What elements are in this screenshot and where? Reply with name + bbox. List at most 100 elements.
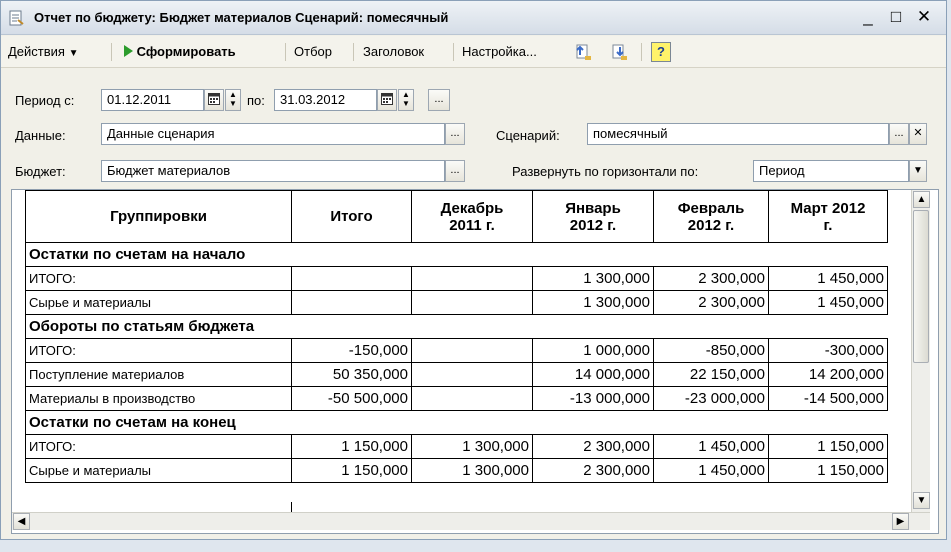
group-row[interactable]: Обороты по статьям бюджета [25,314,888,339]
header-button[interactable]: Заголовок [363,42,424,62]
vertical-scrollbar[interactable]: ▲ ▼ [911,190,930,512]
value-cell[interactable]: 2 300,000 [653,266,769,291]
value-cell[interactable]: 1 300,000 [532,266,654,291]
value-cell[interactable]: 14 000,000 [532,362,654,387]
value-cell[interactable]: -850,000 [653,338,769,363]
group-row[interactable]: Остатки по счетам на начало [25,242,888,267]
data-input[interactable]: Данные сценария [101,123,445,145]
row-label-cell[interactable]: Сырье и материалы [25,290,292,315]
value-cell[interactable]: 2 300,000 [532,434,654,459]
calendar-button[interactable] [377,89,397,111]
table-row[interactable]: Сырье и материалы 1 300,000 2 300,000 1 450… [25,290,888,315]
minimize-button[interactable]: _ [858,7,878,27]
expand-label: Развернуть по горизонтали по: [512,164,699,179]
maximize-button[interactable]: □ [886,7,906,27]
filter-button[interactable]: Отбор [294,42,332,62]
budget-input[interactable]: Бюджет материалов [101,160,445,182]
table-row[interactable]: Поступление материалов 50 350,000 14 000,0… [25,362,888,387]
spin-down-icon[interactable]: ▼ [226,99,240,108]
actions-label: Действия [8,44,65,59]
table-row[interactable]: Сырье и материалы 1 150,000 1 300,000 2 300… [25,458,888,483]
generate-button[interactable]: Сформировать [123,42,236,62]
value-cell[interactable]: 1 300,000 [532,290,654,315]
column-header-text: Март 2012 [790,199,866,217]
value-cell[interactable] [411,362,533,387]
value-cell[interactable] [411,266,533,291]
scenario-select-button[interactable]: ... [889,123,909,145]
data-select-button[interactable]: ... [445,123,465,145]
value-cell[interactable]: 1 000,000 [532,338,654,363]
value-cell[interactable] [291,290,412,315]
row-label-cell[interactable]: Поступление материалов [25,362,292,387]
value-cell[interactable]: 50 350,000 [291,362,412,387]
value-cell[interactable]: 1 300,000 [411,434,533,459]
column-header: Март 2012 г. [768,190,888,243]
scroll-up-icon[interactable]: ▲ [913,191,930,208]
value-cell[interactable]: 1 150,000 [768,458,888,483]
expand-select[interactable]: Период [753,160,909,182]
scroll-left-icon[interactable]: ◀ [13,513,30,530]
period-to-spinner[interactable]: ▲ ▼ [398,89,414,111]
period-from-input[interactable]: 01.12.2011 [101,89,204,111]
scroll-down-icon[interactable]: ▼ [913,492,930,509]
value-cell[interactable] [411,386,533,411]
value-cell[interactable]: -13 000,000 [532,386,654,411]
actions-menu[interactable]: Действия ▼ [8,42,79,62]
table-row[interactable]: Материалы в производство -50 500,000 -13 0… [25,386,888,411]
value-cell[interactable]: 1 450,000 [768,266,888,291]
scroll-right-icon[interactable]: ▶ [892,513,909,530]
row-label-cell[interactable]: Материалы в производство [25,386,292,411]
table-row[interactable]: ИТОГО: -150,000 1 000,000 -850,000 -300,000 [25,338,888,363]
table-row[interactable]: ИТОГО: 1 300,000 2 300,000 1 450,000 [25,266,888,291]
value-cell[interactable] [411,290,533,315]
row-label-cell[interactable]: ИТОГО: [25,266,292,291]
value-cell[interactable]: -300,000 [768,338,888,363]
calendar-button[interactable] [204,89,224,111]
load-settings-icon[interactable] [572,41,594,63]
value-cell[interactable]: 22 150,000 [653,362,769,387]
value-cell[interactable] [411,338,533,363]
value-cell[interactable]: -150,000 [291,338,412,363]
value-cell[interactable]: 1 150,000 [768,434,888,459]
spin-up-icon[interactable]: ▲ [399,90,413,99]
period-to-input[interactable]: 31.03.2012 [274,89,377,111]
period-from-spinner[interactable]: ▲ ▼ [225,89,241,111]
value-cell[interactable]: -23 000,000 [653,386,769,411]
horizontal-scrollbar[interactable]: ◀ ▶ [12,512,930,530]
help-button[interactable]: ? [651,42,671,62]
value-cell[interactable]: 2 300,000 [532,458,654,483]
close-button[interactable]: ✕ [914,7,934,27]
scenario-clear-button[interactable]: ✕ [909,123,927,145]
value-cell[interactable]: -14 500,000 [768,386,888,411]
value-cell[interactable]: 14 200,000 [768,362,888,387]
vertical-scroll-thumb[interactable] [913,210,929,363]
expand-dropdown-button[interactable]: ▼ [909,160,927,182]
value-cell[interactable]: 1 450,000 [653,458,769,483]
table-row[interactable]: ИТОГО: 1 150,000 1 300,000 2 300,000 1 450,0… [25,434,888,459]
column-header-text: Декабрь [440,199,504,217]
save-settings-icon[interactable] [608,41,630,63]
scenario-input[interactable]: помесячный [587,123,889,145]
value-cell[interactable]: 1 300,000 [411,458,533,483]
value-cell[interactable]: 1 150,000 [291,434,412,459]
value-cell[interactable]: 1 450,000 [768,290,888,315]
report-table-area[interactable]: Группировки Итого Декабрь 2011 г. Январь 2012… [11,189,939,534]
group-row[interactable]: Остатки по счетам на конец [25,410,888,435]
settings-button[interactable]: Настройка... [462,42,537,62]
spin-down-icon[interactable]: ▼ [399,99,413,108]
spin-up-icon[interactable]: ▲ [226,90,240,99]
value-cell[interactable] [291,266,412,291]
row-label-cell[interactable]: ИТОГО: [25,338,292,363]
value-cell[interactable]: 1 150,000 [291,458,412,483]
period-select-button[interactable]: ... [428,89,450,111]
budget-select-button[interactable]: ... [445,160,465,182]
column-header-text: 2012 г. [687,216,735,234]
period-from-label: Период с: [15,93,75,108]
group-row-filler [291,314,888,339]
value-cell[interactable]: 2 300,000 [653,290,769,315]
value-cell[interactable]: 1 450,000 [653,434,769,459]
value-cell[interactable]: -50 500,000 [291,386,412,411]
row-label-cell[interactable]: ИТОГО: [25,434,292,459]
table-header-row: Группировки Итого Декабрь 2011 г. Январь 2012… [25,190,888,243]
row-label-cell[interactable]: Сырье и материалы [25,458,292,483]
